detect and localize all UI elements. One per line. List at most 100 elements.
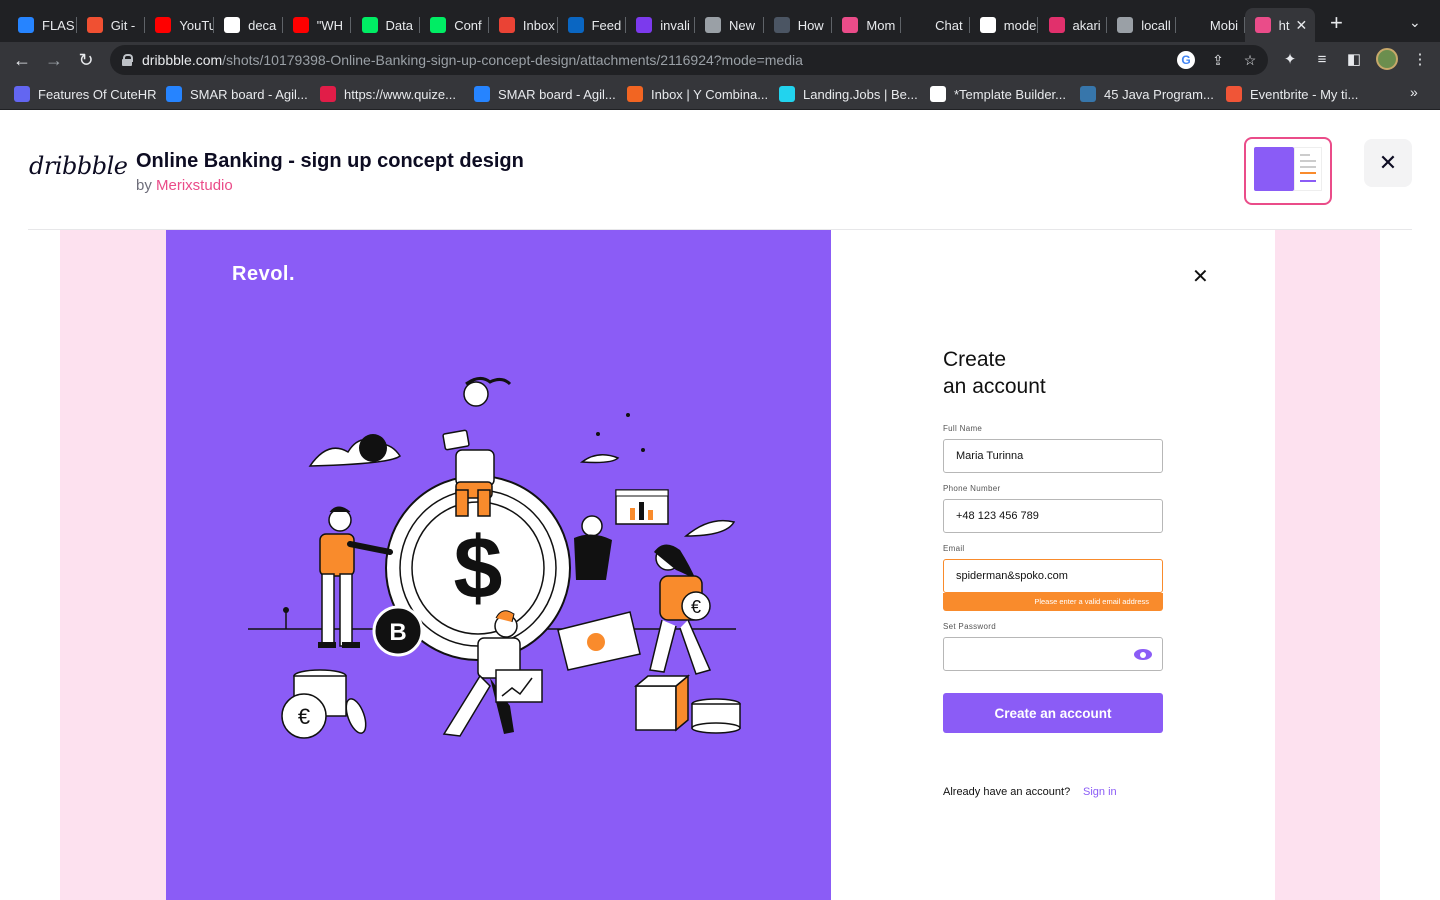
bookmark-label: Features Of CuteHR	[38, 86, 157, 102]
tab-title: FLAS	[42, 17, 75, 33]
browser-tab[interactable]: Chat	[901, 8, 970, 42]
tab-search-chevron-icon[interactable]: ⌄	[1409, 14, 1421, 31]
browser-tab[interactable]: ht ✕	[1244, 8, 1315, 42]
media-control-icon[interactable]: ≡	[1312, 48, 1332, 70]
close-shot-button[interactable]: ✕	[1364, 139, 1412, 187]
youtube-icon	[292, 17, 309, 33]
url-text[interactable]: dribbble.com/shots/10179398-Online-Banki…	[142, 52, 803, 68]
address-bar[interactable]: dribbble.com/shots/10179398-Online-Banki…	[110, 45, 1268, 75]
banking-illustration: $ B € €	[248, 377, 741, 739]
tab-title: Conf	[454, 17, 482, 33]
email-label: Email	[943, 544, 965, 553]
mongodb-icon	[430, 17, 447, 33]
sign-in-link[interactable]: Sign in	[1083, 786, 1117, 798]
google-lens-icon[interactable]: G	[1176, 50, 1196, 70]
bookmark-item[interactable]: Inbox | Y Combina...	[627, 84, 768, 104]
tab-title: locall	[1141, 17, 1171, 33]
globe-icon	[1117, 17, 1134, 33]
github-icon	[224, 17, 241, 33]
browser-tab[interactable]: YouTu	[145, 8, 215, 42]
bookmark-item[interactable]: SMAR board - Agil...	[474, 84, 616, 104]
browser-tab[interactable]: akari	[1039, 8, 1108, 42]
ycombinator-icon	[627, 86, 643, 102]
byline-prefix: by	[136, 177, 157, 194]
password-input[interactable]	[943, 637, 1163, 671]
phone-input[interactable]: +48 123 456 789	[943, 499, 1163, 533]
svg-text:€: €	[298, 704, 310, 729]
bookmark-label: SMAR board - Agil...	[498, 86, 616, 102]
tab-title: invali	[660, 17, 690, 33]
form-title: Create an account	[943, 346, 1163, 400]
email-input[interactable]: spiderman&spoko.com	[943, 559, 1163, 593]
browser-tab[interactable]: Git -	[77, 8, 146, 42]
back-arrow-icon[interactable]: ←	[10, 48, 34, 72]
bookmark-item[interactable]: Features Of CuteHR	[14, 84, 157, 104]
tab-title: Chat	[935, 17, 963, 33]
lock-icon[interactable]	[122, 54, 133, 66]
create-account-button[interactable]: Create an account	[943, 693, 1163, 733]
browser-tab[interactable]: Inbox	[489, 8, 558, 42]
reload-icon[interactable]: ↻	[74, 48, 98, 72]
browser-tab[interactable]: How	[764, 8, 833, 42]
browser-tab[interactable]: Conf	[420, 8, 489, 42]
forward-arrow-icon[interactable]: →	[42, 48, 66, 72]
profile-avatar[interactable]	[1376, 48, 1398, 70]
browser-tab[interactable]: Feed	[558, 8, 627, 42]
browser-tab[interactable]: locall	[1107, 8, 1176, 42]
eventbrite-icon	[1226, 86, 1242, 102]
jira-icon	[18, 17, 34, 33]
bookmark-item[interactable]: Landing.Jobs | Be...	[779, 84, 918, 104]
tab-title: mode	[1003, 17, 1037, 33]
browser-tab[interactable]: "WH	[283, 8, 352, 42]
side-panel-icon[interactable]: ◧	[1344, 48, 1364, 70]
bookmarks-bar: Features Of CuteHR SMAR board - Agil... ht…	[0, 78, 1440, 110]
bookmark-item[interactable]: 45 Java Program...	[1080, 84, 1214, 104]
browser-tab-strip: FLAS Git - YouTu deca "WH Data Conf Inbox Feed in…	[0, 0, 1440, 42]
browser-tab[interactable]: FLAS	[8, 8, 77, 42]
browser-tab[interactable]: Mom	[832, 8, 902, 42]
bookmark-item[interactable]: https://www.quize...	[320, 84, 456, 104]
new-tab-button[interactable]: +	[1330, 12, 1343, 34]
browser-tab[interactable]: mode	[970, 8, 1039, 42]
google-icon	[979, 17, 996, 33]
dribbble-icon	[1254, 17, 1271, 33]
bookmark-item[interactable]: SMAR board - Agil...	[166, 84, 308, 104]
jira-icon	[166, 86, 182, 102]
tab-title: akari	[1072, 17, 1101, 33]
browser-tab[interactable]: Mobi	[1176, 8, 1245, 42]
bookmark-label: Landing.Jobs | Be...	[803, 86, 918, 102]
browser-tab[interactable]: Data	[352, 8, 421, 42]
youtube-icon	[155, 17, 172, 33]
show-password-eye-icon[interactable]	[1134, 649, 1152, 660]
tab-title: Mobi	[1209, 17, 1239, 33]
full-name-input[interactable]: Maria Turinna	[943, 439, 1163, 473]
more-menu-icon[interactable]: ⋮	[1410, 48, 1430, 70]
browser-tab[interactable]: invali	[626, 8, 695, 42]
full-name-label: Full Name	[943, 424, 983, 433]
tab-close-icon[interactable]: ✕	[1295, 17, 1307, 34]
bookmark-label: https://www.quize...	[344, 86, 456, 102]
form-title-line2: an account	[943, 375, 1046, 398]
bookmark-item[interactable]: *Template Builder...	[930, 84, 1066, 104]
browser-tab[interactable]: New	[695, 8, 764, 42]
bookmarks-overflow-icon[interactable]: »	[1410, 84, 1418, 100]
bookmark-star-icon[interactable]: ☆	[1240, 50, 1260, 70]
dribbble-logo[interactable]: dribbble	[29, 152, 128, 180]
attachment-thumbnail[interactable]	[1244, 137, 1332, 205]
python-icon	[1080, 86, 1096, 102]
browser-tab[interactable]: deca	[214, 8, 283, 42]
form-close-icon[interactable]: ✕	[1192, 264, 1209, 289]
author-link[interactable]: Merixstudio	[156, 177, 233, 194]
openai-icon	[911, 17, 928, 33]
brand-logo: Revol.	[232, 263, 296, 285]
extensions-puzzle-icon[interactable]: ✦	[1280, 48, 1300, 70]
tab-title: Inbox	[522, 17, 555, 33]
url-host: dribbble.com	[142, 52, 223, 68]
bookmark-item[interactable]: Eventbrite - My ti...	[1226, 84, 1358, 104]
thumbnail-form	[1294, 147, 1322, 191]
share-icon[interactable]: ⇪	[1208, 50, 1228, 70]
tab-title: deca	[248, 17, 277, 33]
thumbnail-illustration	[1254, 147, 1294, 191]
phone-label: Phone Number	[943, 484, 1001, 493]
bookmark-label: Inbox | Y Combina...	[651, 86, 769, 102]
